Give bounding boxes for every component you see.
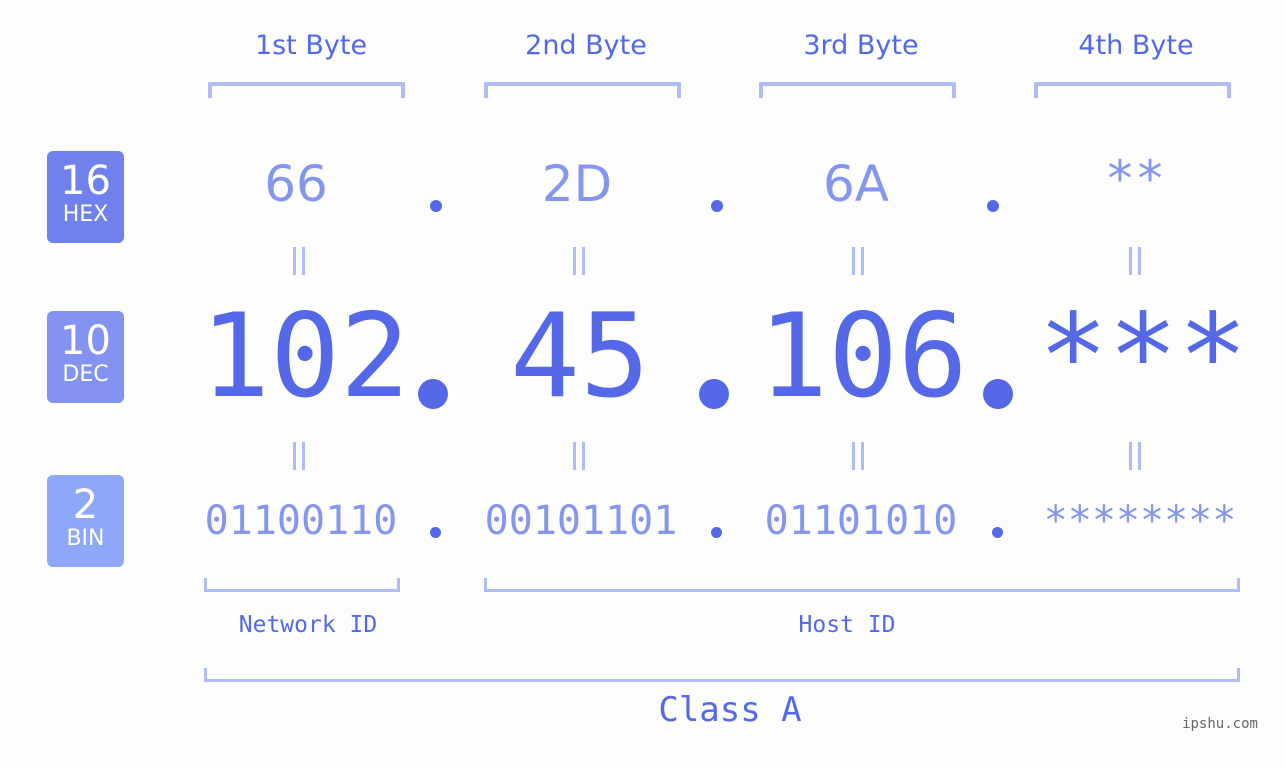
hex-badge: 16 HEX [47, 151, 124, 243]
equals-icon [1128, 442, 1142, 470]
dec-separator-dot [418, 379, 448, 409]
dec-badge-number: 10 [60, 318, 111, 364]
hex-separator-dot [987, 200, 999, 212]
dec-octet-4: *** [1038, 289, 1248, 424]
bin-separator-dot [992, 527, 1003, 538]
equals-icon [292, 442, 306, 470]
byte-bracket-2 [484, 82, 681, 98]
host-id-bracket [484, 578, 1240, 592]
dec-separator-dot [983, 379, 1013, 409]
bin-octet-2: 00101101 [484, 498, 678, 544]
host-id-label: Host ID [798, 612, 896, 638]
bin-badge-label: BIN [66, 526, 105, 551]
bin-separator-dot [711, 527, 722, 538]
dec-badge-label: DEC [62, 362, 109, 387]
bin-octet-1: 01100110 [204, 498, 398, 544]
equals-icon [851, 442, 865, 470]
dec-separator-dot [699, 379, 729, 409]
hex-separator-dot [430, 200, 442, 212]
equals-icon [572, 442, 586, 470]
bin-octet-3: 01101010 [764, 498, 958, 544]
network-id-label: Network ID [238, 612, 378, 638]
byte-label-3: 3rd Byte [803, 30, 919, 61]
hex-badge-label: HEX [62, 202, 109, 227]
dec-octet-1: 102 [200, 289, 410, 424]
dec-octet-3: 106 [758, 289, 968, 424]
byte-label-4: 4th Byte [1078, 30, 1194, 61]
hex-octet-1: 66 [264, 155, 328, 213]
byte-bracket-1 [208, 82, 405, 98]
byte-bracket-3 [759, 82, 956, 98]
bin-badge-number: 2 [72, 482, 99, 528]
byte-bracket-4 [1034, 82, 1231, 98]
network-id-bracket [204, 578, 400, 592]
class-bracket [204, 668, 1240, 682]
bin-separator-dot [430, 527, 441, 538]
bin-badge: 2 BIN [47, 475, 124, 567]
equals-icon [1128, 247, 1142, 275]
hex-separator-dot [711, 200, 723, 212]
bin-octet-4: ******** [1043, 498, 1237, 544]
hex-octet-2: 2D [541, 155, 613, 213]
equals-icon [851, 247, 865, 275]
equals-icon [572, 247, 586, 275]
equals-icon [292, 247, 306, 275]
watermark: ipshu.com [1182, 716, 1258, 732]
hex-badge-number: 16 [60, 158, 111, 204]
byte-label-2: 2nd Byte [525, 30, 647, 61]
byte-label-1: 1st Byte [254, 30, 368, 61]
hex-octet-3: 6A [822, 155, 889, 213]
hex-octet-4: ** [1104, 150, 1166, 208]
dec-badge: 10 DEC [47, 311, 124, 403]
class-label: Class A [658, 690, 802, 730]
dec-octet-2: 45 [510, 289, 650, 424]
